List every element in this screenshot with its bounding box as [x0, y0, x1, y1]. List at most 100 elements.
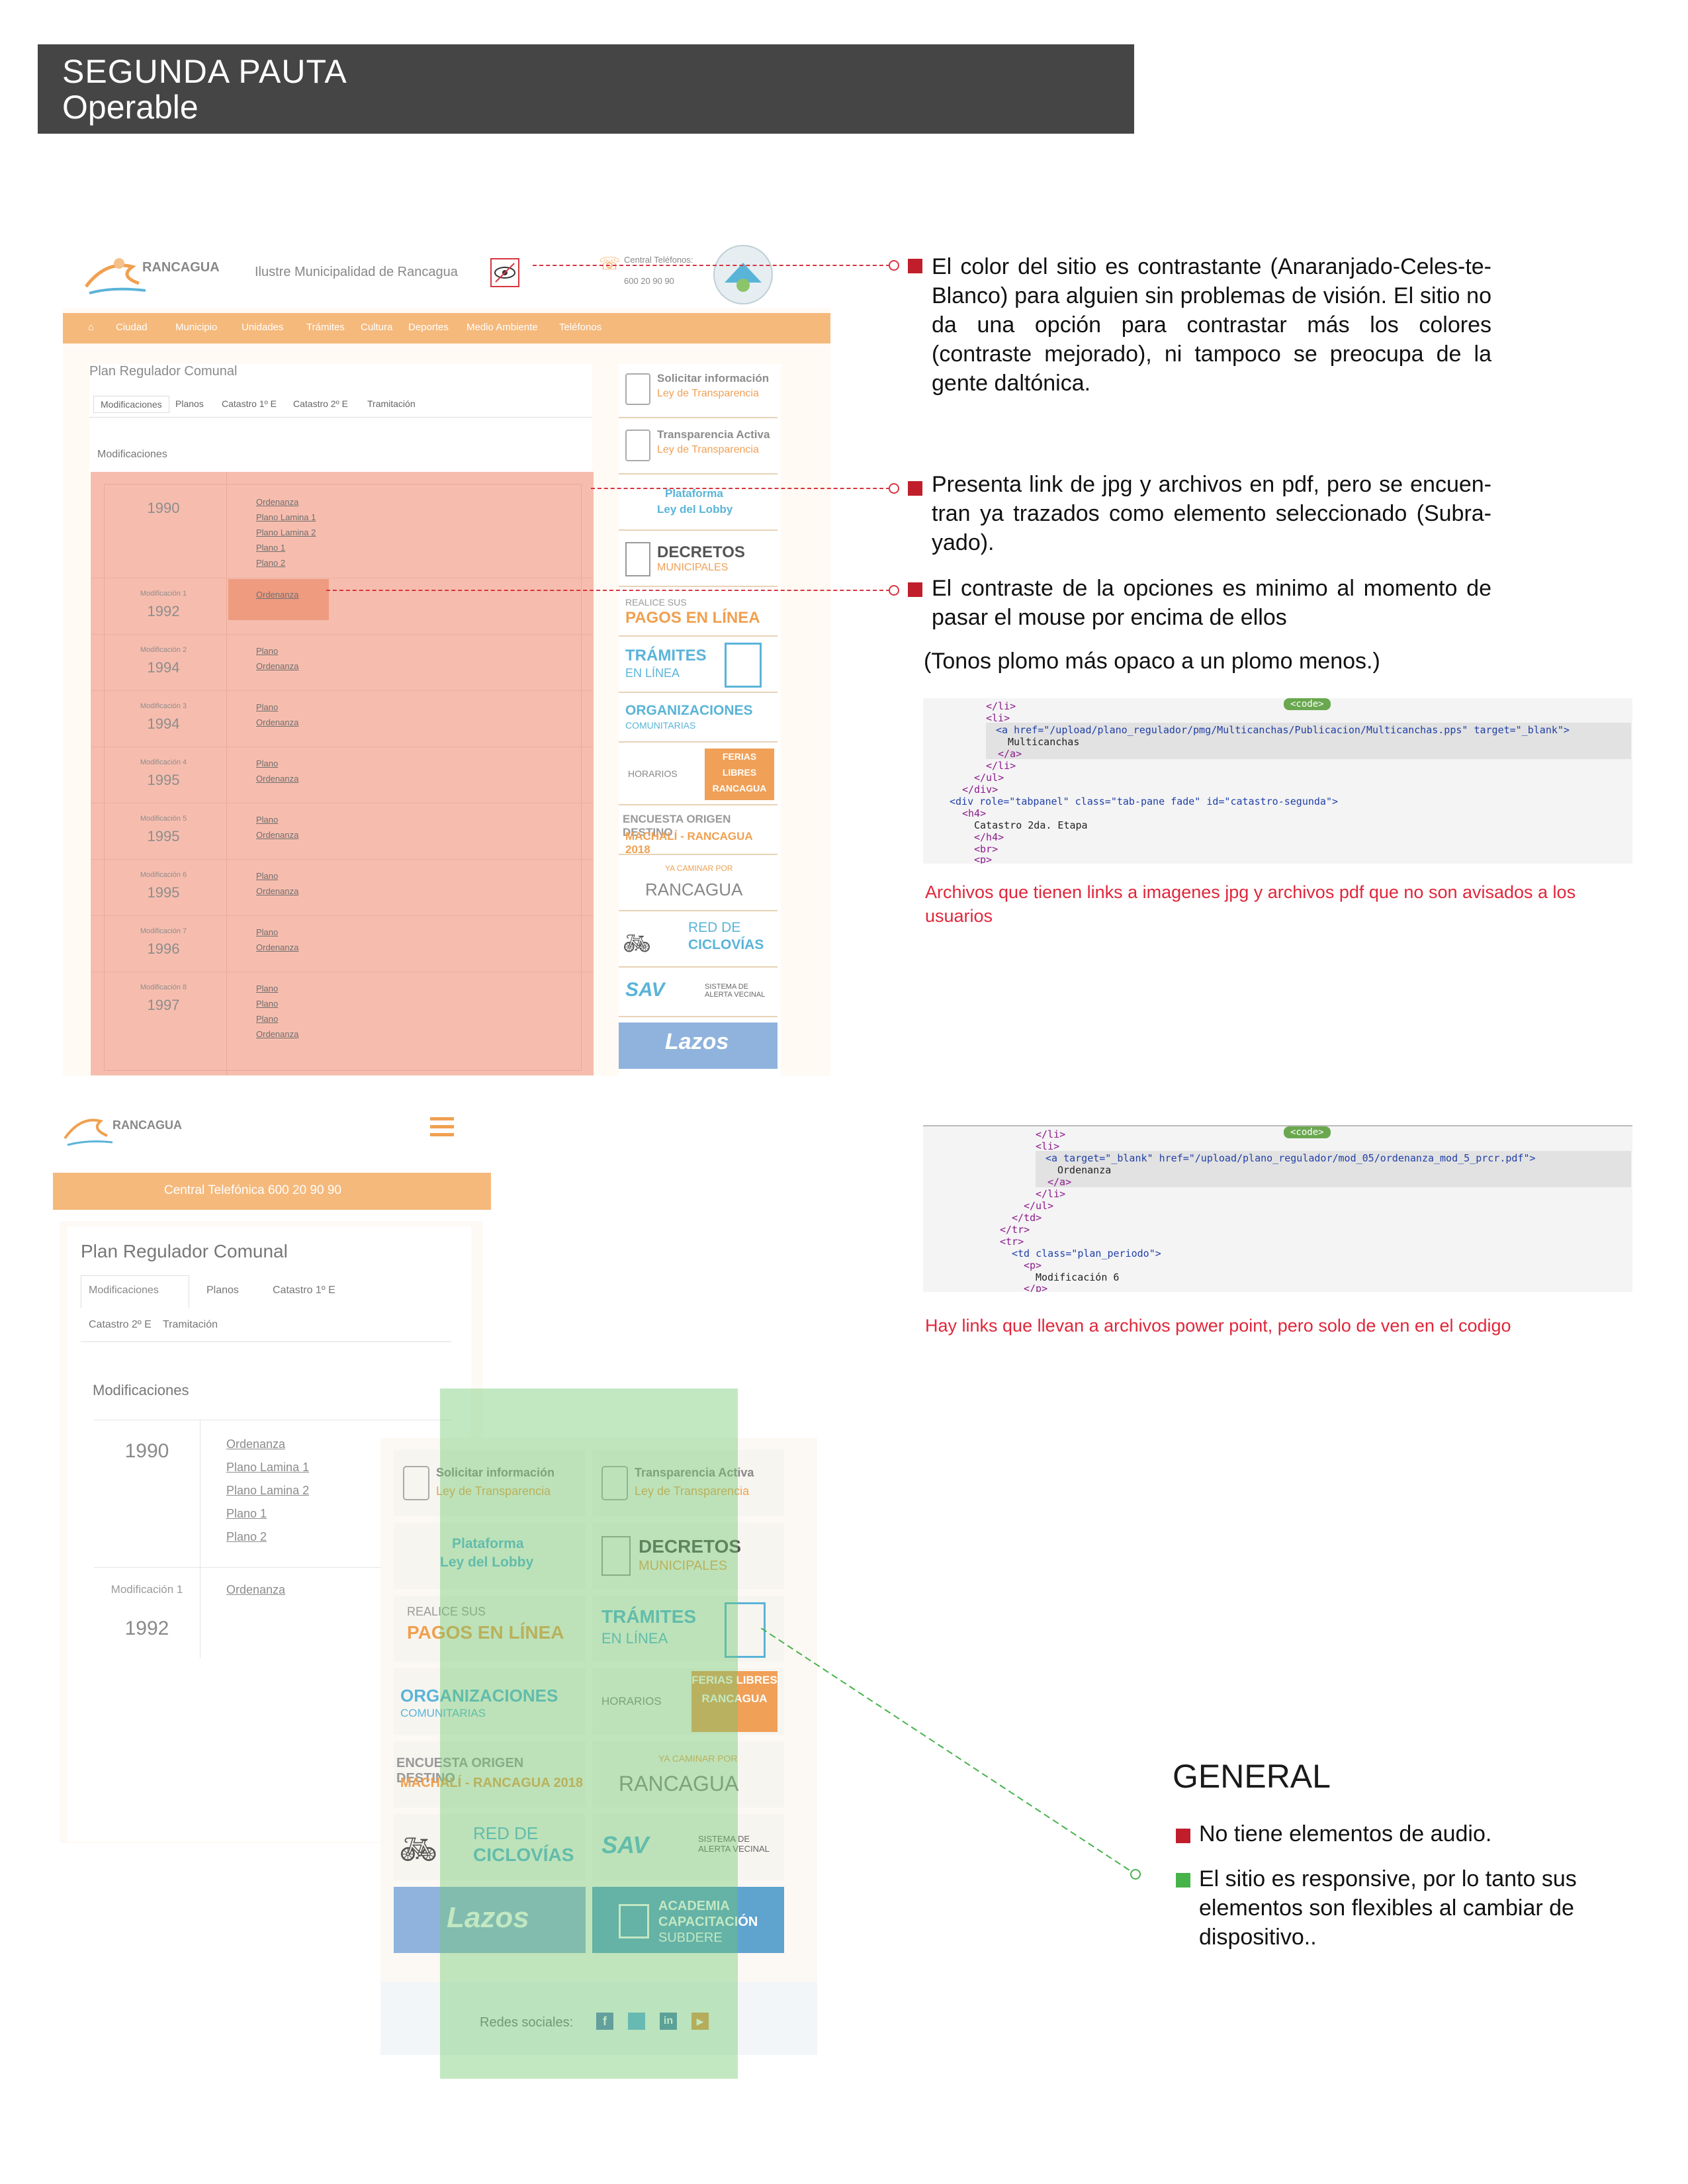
site-header: RANCAGUA Ilustre Municipalidad de Rancag…: [63, 235, 830, 308]
sidebar-sav[interactable]: SAV SISTEMA DE ALERTA VECINAL: [619, 970, 777, 1017]
sidebar-ciclovias[interactable]: 🚲︎ RED DE CICLOVÍAS: [619, 913, 777, 968]
link-ordenanza[interactable]: Ordenanza: [256, 497, 298, 507]
sidebar-caminar[interactable]: YA CAMINAR POR RANCAGUA: [619, 857, 777, 911]
link-plano-1[interactable]: Plano 1: [226, 1507, 267, 1521]
code-line: </div>: [962, 784, 999, 796]
nav-cultura[interactable]: Cultura: [361, 322, 392, 333]
link-plano[interactable]: Plano: [256, 999, 278, 1009]
link-ordenanza[interactable]: Ordenanza: [256, 830, 298, 840]
org-sub: COMUNITARIAS: [625, 720, 696, 731]
document-icon: [625, 430, 650, 461]
horarios-label: HORARIOS: [628, 768, 678, 779]
nav-ciudad[interactable]: Ciudad: [116, 322, 148, 333]
sidebar-ferias[interactable]: HORARIOS FERIAS LIBRES RANCAGUA: [619, 745, 777, 805]
row-year: 1994: [147, 659, 180, 676]
note-contrast: El color del sitio es contrastante (Anar…: [932, 254, 1491, 396]
mobile-phone-text[interactable]: Central Telefónica 600 20 90 90: [164, 1183, 341, 1198]
tab-catastro-1[interactable]: Catastro 1º E: [222, 398, 277, 409]
link-plano-lamina-2[interactable]: Plano Lamina 2: [256, 527, 316, 537]
sidebar-solicitar[interactable]: Solicitar información Ley de Transparenc…: [619, 364, 777, 418]
info-doc-icon: [403, 1466, 429, 1500]
tab-catastro-2[interactable]: Catastro 2º E: [89, 1319, 152, 1331]
nav-medio-ambiente[interactable]: Medio Ambiente: [466, 322, 538, 333]
tab-catastro-2[interactable]: Catastro 2º E: [293, 398, 348, 409]
connector-line: [326, 590, 890, 591]
rancagua-logo-icon[interactable]: [61, 1105, 120, 1155]
tab-modificaciones[interactable]: Modificaciones: [89, 1285, 159, 1297]
row-year: 1995: [147, 772, 180, 788]
nav-telefonos[interactable]: Teléfonos: [559, 322, 601, 333]
sidebar-pagos[interactable]: REALICE SUS PAGOS EN LÍNEA: [619, 589, 777, 637]
link-ordenanza[interactable]: Ordenanza: [256, 886, 298, 896]
tab-planos[interactable]: Planos: [175, 398, 204, 409]
tabs: Modificaciones Planos Catastro 1º E Cata…: [81, 1275, 451, 1342]
general-item-audio: No tiene elementos de audio.: [1199, 1821, 1492, 1846]
bicycle-icon: 🚲︎: [399, 1832, 438, 1866]
link-plano[interactable]: Plano: [256, 815, 278, 825]
sidebar-encuesta[interactable]: ENCUESTA ORIGEN DESTINO MACHALÍ - RANCAG…: [619, 807, 777, 856]
link-ordenanza[interactable]: Ordenanza: [226, 1583, 285, 1597]
sidebar-decretos[interactable]: DECRETOS MUNICIPALES: [619, 533, 777, 587]
link-ordenanza[interactable]: Ordenanza: [256, 590, 298, 600]
tab-tramitacion[interactable]: Tramitación: [163, 1319, 218, 1331]
tab-catastro-1[interactable]: Catastro 1º E: [273, 1285, 335, 1297]
general-title: GENERAL: [1173, 1758, 1331, 1795]
link-ordenanza[interactable]: Ordenanza: [226, 1437, 285, 1451]
code-line: </a>: [1047, 1176, 1072, 1188]
link-plano[interactable]: Plano: [256, 702, 278, 712]
lobby-line2: Ley del Lobby: [657, 503, 733, 516]
link-ordenanza[interactable]: Ordenanza: [256, 717, 298, 727]
link-plano[interactable]: Plano: [256, 927, 278, 937]
clip-document-icon: [725, 643, 762, 688]
code-line: Multicanchas: [1008, 736, 1080, 748]
link-plano[interactable]: Plano: [256, 646, 278, 656]
code-line: </a>: [998, 748, 1022, 760]
nav-tramites[interactable]: Trámites: [306, 322, 345, 333]
link-ordenanza[interactable]: Ordenanza: [256, 1029, 298, 1039]
table-row: [91, 859, 594, 860]
row-mod: Modificación 6: [140, 871, 187, 879]
info-doc-icon: [625, 373, 650, 405]
sidebar-lazos[interactable]: Lazos: [619, 1023, 777, 1069]
tab-modificaciones[interactable]: Modificaciones: [93, 396, 169, 413]
page-title: Plan Regulador Comunal: [89, 364, 238, 379]
main-content: Plan Regulador Comunal Modificaciones Pl…: [89, 364, 594, 1075]
section-title: Modificaciones: [97, 449, 167, 460]
nav-unidades[interactable]: Unidades: [242, 322, 283, 333]
code-pill: <code>: [1284, 1126, 1331, 1138]
link-ordenanza[interactable]: Ordenanza: [256, 661, 298, 671]
link-plano[interactable]: Plano: [256, 758, 278, 768]
site-logo-text: RANCAGUA: [112, 1118, 182, 1132]
code-line: <td class="plan_periodo">: [1012, 1248, 1161, 1259]
link-plano-2[interactable]: Plano 2: [226, 1530, 267, 1544]
mobile-screenshot: RANCAGUA Central Telefónica 600 20 90 90…: [53, 1105, 834, 2085]
link-ordenanza[interactable]: Ordenanza: [256, 942, 298, 952]
nav-municipio[interactable]: Municipio: [175, 322, 217, 333]
sidebar-organizaciones[interactable]: ORGANIZACIONES COMUNITARIAS: [619, 695, 777, 743]
home-icon[interactable]: ⌂: [88, 322, 94, 333]
row-mod: Modificación 4: [140, 758, 187, 766]
link-ordenanza[interactable]: Ordenanza: [256, 774, 298, 784]
tab-tramitacion[interactable]: Tramitación: [367, 398, 416, 409]
bicycle-icon: 🚲︎: [623, 931, 652, 956]
hamburger-menu-icon[interactable]: [430, 1117, 454, 1137]
link-plano[interactable]: Plano: [256, 1014, 278, 1024]
sidebar-tramites[interactable]: TRÁMITES EN LÍNEA: [619, 639, 777, 693]
link-plano[interactable]: Plano: [256, 983, 278, 993]
link-plano-lamina-2[interactable]: Plano Lamina 2: [226, 1484, 309, 1498]
green-connector: [761, 1628, 1141, 1880]
link-plano-lamina-1[interactable]: Plano Lamina 1: [256, 512, 316, 522]
link-plano-1[interactable]: Plano 1: [256, 543, 285, 553]
tab-planos[interactable]: Planos: [206, 1285, 239, 1297]
sidebar-transparencia[interactable]: Transparencia Activa Ley de Transparenci…: [619, 420, 777, 475]
nav-deportes[interactable]: Deportes: [408, 322, 449, 333]
sidebar-lobby[interactable]: Plataforma Ley del Lobby: [619, 477, 777, 531]
row-year: 1990: [124, 1440, 169, 1462]
hover-highlight: [228, 579, 329, 620]
code-line: <li>: [1036, 1140, 1060, 1152]
bullet-square: [908, 582, 922, 597]
link-plano-2[interactable]: Plano 2: [256, 558, 285, 568]
transparencia-title: Transparencia Activa: [657, 428, 770, 441]
link-plano[interactable]: Plano: [256, 871, 278, 881]
link-plano-lamina-1[interactable]: Plano Lamina 1: [226, 1461, 309, 1475]
